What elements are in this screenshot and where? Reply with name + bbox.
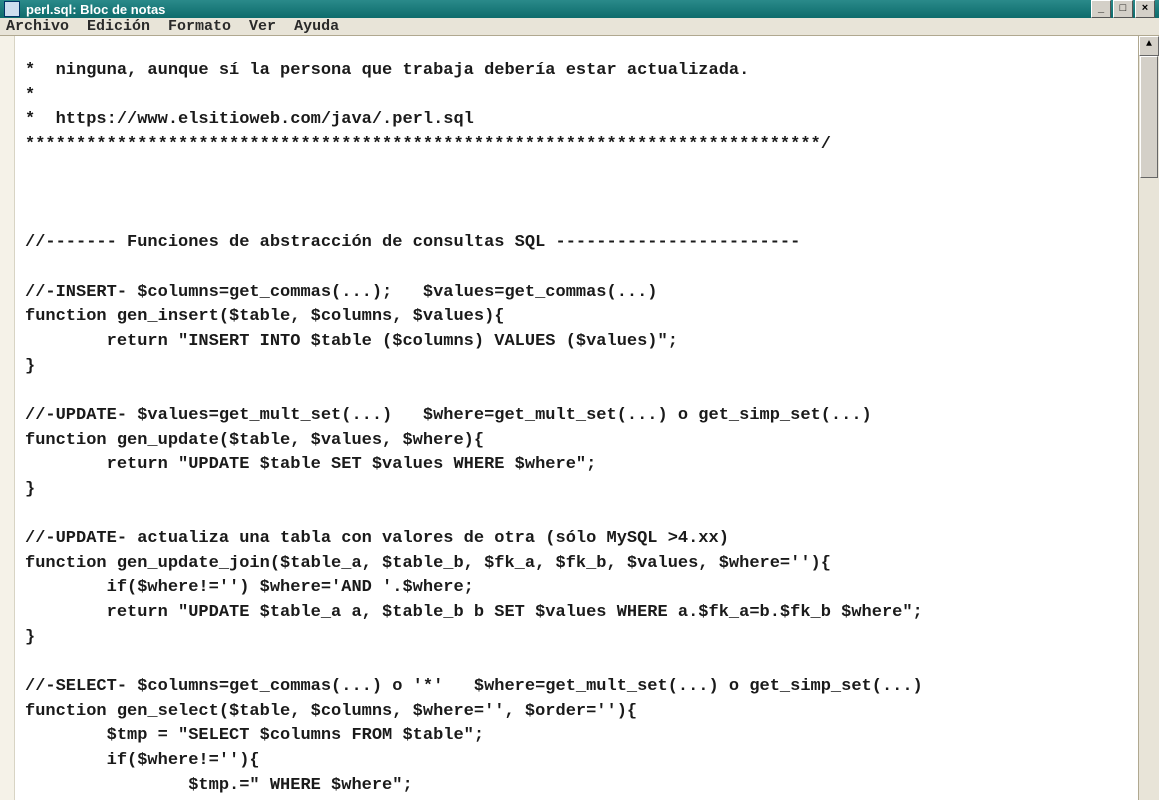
menu-file[interactable]: Archivo [6,18,69,35]
menu-view[interactable]: Ver [249,18,276,35]
window-title: perl.sql: Bloc de notas [26,2,165,17]
scroll-thumb[interactable] [1140,56,1158,178]
window-controls: _ □ × [1091,0,1155,18]
left-margin [0,36,15,800]
menu-edit[interactable]: Edición [87,18,150,35]
close-button[interactable]: × [1135,0,1155,18]
menu-help[interactable]: Ayuda [294,18,339,35]
scroll-up-button[interactable]: ▲ [1139,36,1159,56]
app-window: perl.sql: Bloc de notas _ □ × Archivo Ed… [0,0,1159,800]
menu-format[interactable]: Formato [168,18,231,35]
menu-bar: Archivo Edición Formato Ver Ayuda [0,18,1159,36]
vertical-scrollbar[interactable]: ▲ ▼ [1138,36,1159,800]
app-icon [4,1,20,17]
minimize-button[interactable]: _ [1091,0,1111,18]
text-editor[interactable]: * ninguna, aunque sí la persona que trab… [15,53,1138,800]
maximize-button[interactable]: □ [1113,0,1133,18]
client-area: * ninguna, aunque sí la persona que trab… [0,36,1159,800]
title-bar[interactable]: perl.sql: Bloc de notas _ □ × [0,0,1159,18]
scroll-track[interactable] [1139,56,1159,800]
